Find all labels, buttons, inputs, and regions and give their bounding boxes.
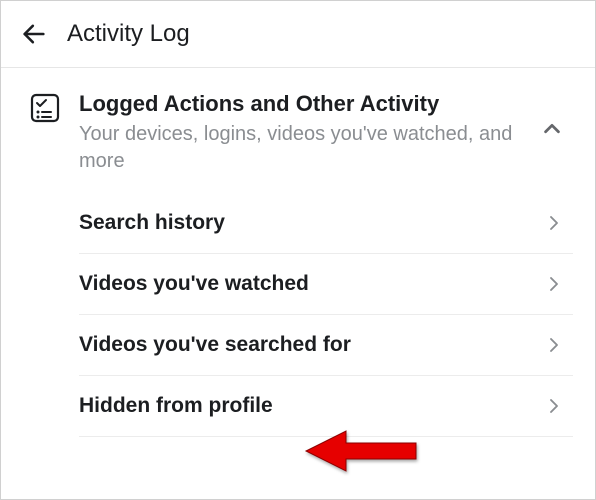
chevron-up-icon (541, 118, 563, 140)
checklist-icon (29, 92, 61, 124)
item-search-history[interactable]: Search history (79, 193, 573, 253)
item-videos-watched[interactable]: Videos you've watched (79, 253, 573, 314)
chevron-right-icon (545, 336, 563, 354)
item-label: Videos you've watched (79, 272, 309, 296)
page-title: Activity Log (67, 20, 190, 48)
section-subtitle: Your devices, logins, videos you've watc… (79, 121, 533, 175)
section-logged-actions: Logged Actions and Other Activity Your d… (1, 68, 595, 437)
section-header[interactable]: Logged Actions and Other Activity Your d… (29, 86, 573, 193)
item-label: Search history (79, 211, 225, 235)
chevron-right-icon (545, 214, 563, 232)
chevron-right-icon (545, 397, 563, 415)
header-bar: Activity Log (1, 1, 595, 68)
item-label: Hidden from profile (79, 394, 273, 418)
chevron-right-icon (545, 275, 563, 293)
item-hidden-from-profile[interactable]: Hidden from profile (79, 375, 573, 437)
section-title: Logged Actions and Other Activity (79, 90, 533, 119)
back-button[interactable] (19, 19, 49, 49)
item-videos-searched[interactable]: Videos you've searched for (79, 314, 573, 375)
item-label: Videos you've searched for (79, 333, 351, 357)
items-list: Search history Videos you've watched Vid… (29, 193, 573, 437)
arrow-left-icon (20, 20, 48, 48)
section-text: Logged Actions and Other Activity Your d… (79, 90, 533, 175)
